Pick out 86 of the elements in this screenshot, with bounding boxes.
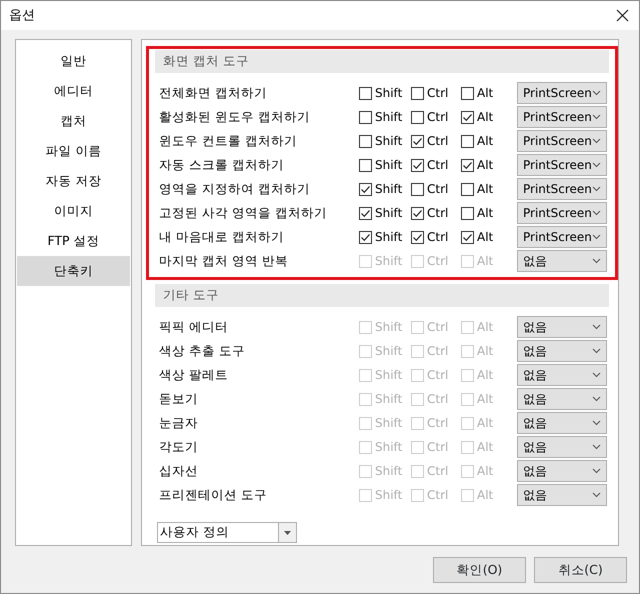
chevron-icon bbox=[592, 372, 601, 378]
chevron-icon bbox=[592, 258, 601, 264]
modifier-checkbox[interactable]: Alt bbox=[461, 180, 517, 198]
shortcut-label: 돋보기 bbox=[158, 390, 199, 408]
close-icon[interactable] bbox=[616, 9, 629, 22]
modifier-checkbox[interactable]: Shift bbox=[359, 228, 411, 246]
chevron-icon bbox=[592, 162, 601, 168]
chevron-icon bbox=[592, 186, 601, 192]
modifier-checkbox[interactable]: Shift bbox=[359, 108, 411, 126]
modifier-checkbox[interactable]: Shift bbox=[359, 132, 411, 150]
chevron-icon bbox=[592, 348, 601, 354]
shortcut-label: 눈금자 bbox=[158, 414, 199, 432]
modifier-checkbox[interactable]: Alt bbox=[461, 228, 517, 246]
shortcut-label: 십자선 bbox=[158, 462, 199, 480]
chevron-icon bbox=[592, 90, 601, 96]
modifier-checkbox[interactable]: Alt bbox=[461, 108, 517, 126]
chevron-icon bbox=[592, 468, 601, 474]
sidebar-item[interactable]: FTP 설정 bbox=[17, 226, 130, 256]
modifier-checkbox[interactable]: Alt bbox=[461, 84, 517, 102]
checkmark-icon bbox=[412, 208, 423, 218]
chevron-icon bbox=[592, 444, 601, 450]
modifier-checkbox[interactable]: Shift bbox=[359, 204, 411, 222]
checkmark-icon bbox=[360, 184, 371, 194]
sidebar-item[interactable]: 에디터 bbox=[17, 76, 130, 106]
chevron-icon bbox=[592, 396, 601, 402]
shortcut-label: 각도기 bbox=[158, 438, 199, 456]
modifier-checkbox[interactable]: Ctrl bbox=[411, 180, 461, 198]
modifier-checkbox[interactable]: Shift bbox=[359, 180, 411, 198]
shortcut-label: 활성화된 윈도우 캡처하기 bbox=[158, 108, 311, 126]
shortcut-label: 색상 추출 도구 bbox=[158, 342, 246, 360]
checkmark-icon bbox=[360, 208, 371, 218]
checkmark-icon bbox=[462, 112, 473, 122]
key-dropdown[interactable]: PrintScreen bbox=[517, 106, 607, 128]
checkmark-icon bbox=[412, 232, 423, 242]
modifier-checkbox[interactable]: Ctrl bbox=[411, 156, 461, 174]
modifier-checkbox[interactable]: Ctrl bbox=[411, 132, 461, 150]
shortcut-label: 픽픽 에디터 bbox=[158, 318, 229, 336]
chevron-icon bbox=[592, 420, 601, 426]
shortcut-label: 마지막 캡처 영역 반복 bbox=[158, 252, 289, 270]
key-dropdown[interactable]: PrintScreen bbox=[517, 82, 607, 104]
sidebar-item[interactable]: 이미지 bbox=[17, 196, 130, 226]
checkmark-icon bbox=[462, 232, 473, 242]
sidebar-item[interactable]: 캡처 bbox=[17, 106, 130, 136]
chevron-icon bbox=[592, 114, 601, 120]
chevron-icon bbox=[592, 234, 601, 240]
sidebar-item[interactable]: 자동 저장 bbox=[17, 166, 130, 196]
shortcut-label: 프리젠테이션 도구 bbox=[158, 486, 268, 504]
modifier-checkbox[interactable]: Alt bbox=[461, 132, 517, 150]
checkmark-icon bbox=[412, 136, 423, 146]
checkmark-icon bbox=[412, 160, 423, 170]
chevron-icon bbox=[592, 324, 601, 330]
sidebar-item[interactable]: 단축키 bbox=[17, 256, 130, 286]
dialog-button[interactable]: 취소(C) bbox=[534, 557, 627, 583]
chevron-icon bbox=[592, 138, 601, 144]
shortcut-label: 고정된 사각 영역을 캡처하기 bbox=[158, 204, 328, 222]
shortcut-label: 영역을 지정하여 캡처하기 bbox=[158, 180, 311, 198]
preset-combobox[interactable]: 사용자 정의 bbox=[157, 522, 297, 543]
modifier-checkbox[interactable]: Shift bbox=[359, 84, 411, 102]
modifier-checkbox[interactable]: Ctrl bbox=[411, 204, 461, 222]
caret-icon bbox=[284, 530, 291, 534]
shortcut-label: 전체화면 캡처하기 bbox=[158, 84, 268, 102]
modifier-checkbox[interactable]: Ctrl bbox=[411, 108, 461, 126]
modifier-checkbox[interactable]: Ctrl bbox=[411, 84, 461, 102]
modifier-checkbox[interactable]: Alt bbox=[461, 156, 517, 174]
checkmark-icon bbox=[360, 232, 371, 242]
section-header: 기타 도구 bbox=[155, 284, 609, 307]
window-title: 옵션 bbox=[9, 6, 35, 25]
key-dropdown[interactable]: PrintScreen bbox=[517, 178, 607, 200]
modifier-checkbox[interactable]: Ctrl bbox=[411, 228, 461, 246]
key-dropdown[interactable]: PrintScreen bbox=[517, 154, 607, 176]
modifier-checkbox[interactable]: Alt bbox=[461, 204, 517, 222]
shortcut-label: 윈도우 컨트롤 캡처하기 bbox=[158, 132, 298, 150]
sidebar-item[interactable]: 일반 bbox=[17, 46, 130, 76]
shortcut-label: 내 마음대로 캡처하기 bbox=[158, 228, 285, 246]
shortcut-label: 색상 팔레트 bbox=[158, 366, 229, 384]
chevron-icon bbox=[592, 492, 601, 498]
checkmark-icon bbox=[462, 160, 473, 170]
key-dropdown[interactable]: PrintScreen bbox=[517, 202, 607, 224]
section-header: 화면 캡처 도구 bbox=[155, 50, 609, 73]
key-dropdown[interactable]: PrintScreen bbox=[517, 226, 607, 248]
chevron-icon bbox=[592, 210, 601, 216]
modifier-checkbox[interactable]: Shift bbox=[359, 156, 411, 174]
dialog-button[interactable]: 확인(O) bbox=[433, 557, 526, 583]
sidebar-item[interactable]: 파일 이름 bbox=[17, 136, 130, 166]
shortcut-label: 자동 스크롤 캡처하기 bbox=[158, 156, 285, 174]
key-dropdown[interactable]: PrintScreen bbox=[517, 130, 607, 152]
